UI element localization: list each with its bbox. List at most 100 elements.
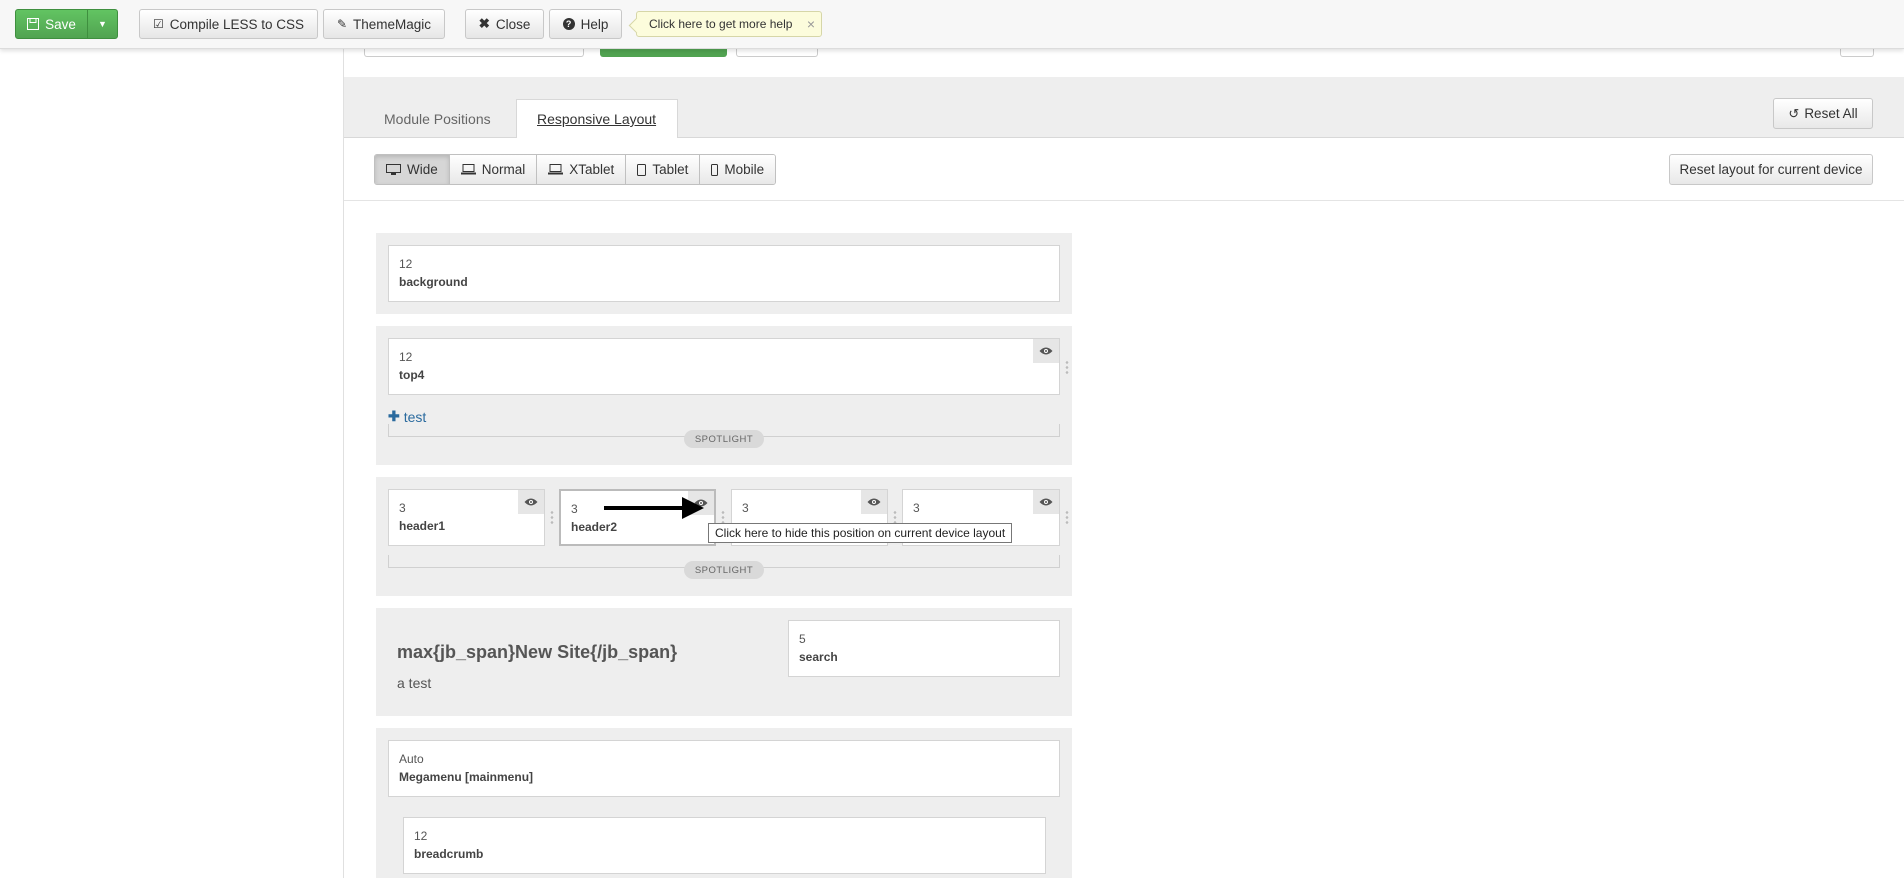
layout-section-megamenu: Auto Megamenu [mainmenu] 12 breadcrumb xyxy=(376,728,1072,878)
device-mobile-button[interactable]: Mobile xyxy=(700,155,776,184)
device-mobile-label: Mobile xyxy=(724,162,765,177)
top-toolbar: Save ▼ ☑ Compile LESS to CSS ✎ ThemeMagi… xyxy=(0,0,1904,49)
tab-responsive-layout-label: Responsive Layout xyxy=(537,111,657,127)
position-span: 3 xyxy=(742,501,749,515)
tab-module-positions[interactable]: Module Positions xyxy=(364,99,511,139)
save-dropdown-button[interactable]: ▼ xyxy=(88,10,117,38)
laptop-icon xyxy=(460,164,476,175)
position-name: background xyxy=(399,275,468,289)
help-label: Help xyxy=(580,16,609,32)
device-tablet-label: Tablet xyxy=(652,162,689,177)
position-background[interactable]: 12 background xyxy=(388,245,1060,302)
magic-wand-icon: ✎ xyxy=(336,17,348,31)
position-header1[interactable]: 3 header1 xyxy=(388,489,545,546)
annotation-arrow-icon xyxy=(604,497,704,519)
save-button-group: Save ▼ xyxy=(15,9,118,39)
laptop-icon xyxy=(548,164,564,175)
visibility-toggle[interactable] xyxy=(861,490,887,514)
tablet-icon xyxy=(637,163,647,176)
layout-tabs-bar: Module Positions Responsive Layout ↺ Res… xyxy=(344,77,1904,139)
position-span: Auto xyxy=(399,752,424,766)
cut-off-toolbar-strip xyxy=(344,49,1904,77)
plus-icon: ✚ xyxy=(388,408,400,424)
eye-icon xyxy=(524,498,538,506)
eye-icon xyxy=(1039,347,1053,355)
thememagic-button[interactable]: ✎ ThemeMagic xyxy=(323,9,445,39)
device-bar: Wide Normal XTablet Tablet Mobile Reset … xyxy=(344,138,1904,201)
visibility-toggle[interactable] xyxy=(1033,490,1059,514)
logo-subtitle: a test xyxy=(397,675,432,691)
caret-down-icon: ▼ xyxy=(98,19,107,29)
position-span: 5 xyxy=(799,632,806,646)
layout-section-logo-search: max{jb_span}New Site{/jb_span} a test 5 … xyxy=(376,608,1072,716)
reset-device-layout-button[interactable]: Reset layout for current device xyxy=(1669,154,1873,185)
position-span: 3 xyxy=(913,501,920,515)
reset-device-layout-label: Reset layout for current device xyxy=(1679,162,1863,177)
position-name: search xyxy=(799,650,838,664)
add-spotlight-link[interactable]: ✚ test xyxy=(388,408,426,425)
layout-section-background: 12 background xyxy=(376,233,1072,314)
help-tooltip: Click here to get more help × xyxy=(636,11,822,37)
close-label: Close xyxy=(495,16,531,32)
desktop-icon xyxy=(386,163,401,175)
device-normal-label: Normal xyxy=(481,162,526,177)
resize-handle[interactable] xyxy=(1065,510,1069,526)
device-button-group: Wide Normal XTablet Tablet Mobile xyxy=(374,154,777,185)
save-button-label: Save xyxy=(45,16,76,32)
main-panel: Module Positions Responsive Layout ↺ Res… xyxy=(343,0,1904,878)
position-span: 12 xyxy=(399,350,413,364)
help-tip-close-icon[interactable]: × xyxy=(807,16,815,32)
mobile-icon xyxy=(711,163,719,176)
question-circle-icon: ? xyxy=(562,18,575,30)
close-button[interactable]: ✖ Close xyxy=(465,9,544,39)
close-icon: ✖ xyxy=(478,16,490,31)
position-name: Megamenu [mainmenu] xyxy=(399,770,534,784)
visibility-toggle[interactable] xyxy=(1033,339,1059,363)
position-name: breadcrumb xyxy=(414,847,484,861)
reset-all-label: Reset All xyxy=(1804,106,1858,121)
logo-title: max{jb_span}New Site{/jb_span} xyxy=(397,642,678,662)
position-span: 12 xyxy=(414,829,428,843)
spotlight-label: SPOTLIGHT xyxy=(684,561,764,579)
visibility-toggle[interactable] xyxy=(518,490,544,514)
save-icon xyxy=(27,18,40,30)
tab-responsive-layout[interactable]: Responsive Layout xyxy=(516,99,678,139)
eye-icon xyxy=(867,498,881,506)
resize-handle[interactable] xyxy=(1065,360,1069,376)
help-button[interactable]: ? Help xyxy=(549,9,622,39)
device-normal-button[interactable]: Normal xyxy=(449,155,538,184)
spotlight-label: SPOTLIGHT xyxy=(684,430,764,448)
reset-all-button[interactable]: ↺ Reset All xyxy=(1773,98,1873,129)
cut-off-select xyxy=(364,49,584,57)
device-xtablet-label: XTablet xyxy=(569,162,615,177)
check-square-icon: ☑ xyxy=(152,17,164,31)
cut-off-button-right xyxy=(1840,49,1874,57)
position-top4[interactable]: 12 top4 xyxy=(388,338,1060,395)
save-button[interactable]: Save xyxy=(16,10,88,38)
position-search[interactable]: 5 search xyxy=(788,620,1060,677)
device-tablet-button[interactable]: Tablet xyxy=(626,155,701,184)
position-span: 12 xyxy=(399,257,413,271)
device-xtablet-button[interactable]: XTablet xyxy=(537,155,627,184)
add-spotlight-label: test xyxy=(403,408,427,425)
undo-icon: ↺ xyxy=(1788,105,1800,121)
hide-position-tooltip: Click here to hide this position on curr… xyxy=(708,523,1013,543)
layout-section-headers: 3 header1 3 header2 3 3 SPOTLIGHT Click … xyxy=(376,477,1072,596)
cut-off-button xyxy=(736,49,818,57)
device-wide-label: Wide xyxy=(407,162,438,177)
compile-less-label: Compile LESS to CSS xyxy=(169,16,305,32)
layout-section-top4: 12 top4 ✚ test SPOTLIGHT xyxy=(376,326,1072,465)
position-span: 3 xyxy=(399,501,406,515)
position-name: top4 xyxy=(399,368,425,382)
device-wide-button[interactable]: Wide xyxy=(375,155,450,184)
cut-off-green-button xyxy=(600,49,727,57)
compile-less-button[interactable]: ☑ Compile LESS to CSS xyxy=(139,9,318,39)
position-breadcrumb[interactable]: 12 breadcrumb xyxy=(403,817,1046,874)
thememagic-label: ThemeMagic xyxy=(353,16,432,32)
position-name: header1 xyxy=(399,519,446,533)
resize-handle[interactable] xyxy=(550,510,554,526)
position-name: header2 xyxy=(571,520,618,534)
tab-module-positions-label: Module Positions xyxy=(384,111,491,127)
position-megamenu[interactable]: Auto Megamenu [mainmenu] xyxy=(388,740,1060,797)
help-tip-text: Click here to get more help xyxy=(649,17,793,31)
